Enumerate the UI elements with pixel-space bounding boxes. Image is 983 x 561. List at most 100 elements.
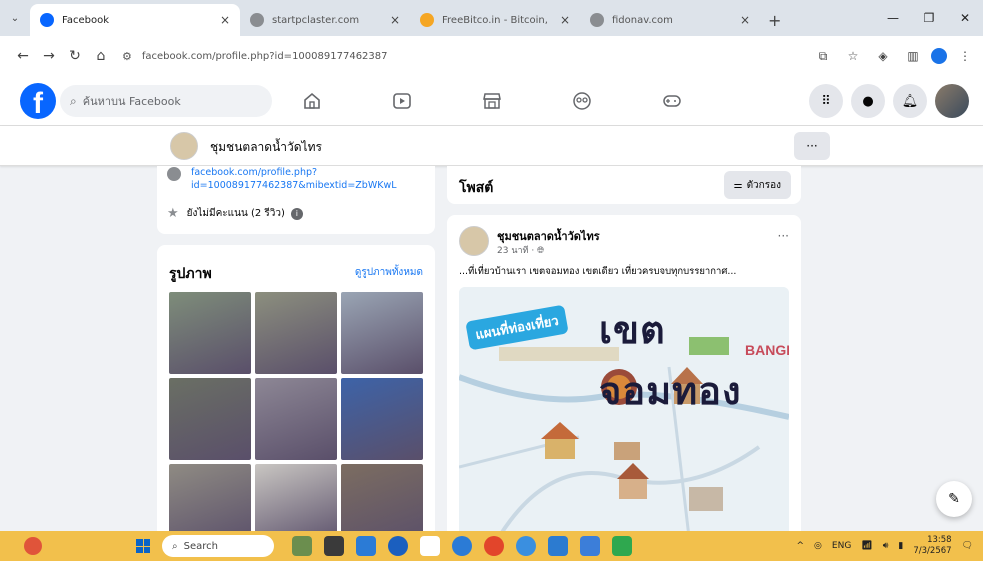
- tab-title: FreeBitco.in - Bitcoin, Bitcoin F: [442, 14, 552, 26]
- filter-button[interactable]: ⚌ ตัวกรอง: [723, 171, 791, 199]
- notifications-bell-icon[interactable]: 🔔︎: [893, 84, 927, 118]
- photo-thumbnail[interactable]: [169, 292, 251, 374]
- post-text: ...ที่เที่ยวบ้านเรา เขตจอมทอง เขตเดียว เ…: [459, 266, 737, 277]
- rating-row: ★ ยังไม่มีคะแนน (2 รีวิว) i: [167, 206, 303, 221]
- post-card: ชุมชนตลาดน้ำวัดไทร 23 นาที · 🌐︎ ··· ...ท…: [447, 215, 801, 535]
- clock[interactable]: 13:58 7/3/2567: [913, 535, 951, 557]
- reload-icon[interactable]: ↻: [62, 43, 88, 69]
- link-icon: [167, 167, 181, 181]
- clock-time: 13:58: [927, 535, 952, 545]
- notification-icon[interactable]: 🗨︎: [962, 541, 973, 551]
- app-chrome-icon[interactable]: [516, 536, 536, 556]
- tab-close-icon[interactable]: ×: [560, 13, 570, 27]
- tab-freebitco[interactable]: FreeBitco.in - Bitcoin, Bitcoin F ×: [410, 4, 580, 36]
- widgets-icon[interactable]: [24, 537, 42, 555]
- post-timestamp[interactable]: 23 นาที · 🌐︎: [497, 243, 544, 257]
- tab-search-button[interactable]: ⌄: [0, 0, 30, 36]
- facebook-header-actions: ⠿ ● 🔔︎: [809, 84, 969, 118]
- close-window-icon[interactable]: ✕: [947, 0, 983, 36]
- app-files-icon[interactable]: [356, 536, 376, 556]
- nav-gaming-icon[interactable]: [657, 86, 687, 116]
- forward-icon[interactable]: →: [36, 43, 62, 69]
- nav-home-icon[interactable]: [297, 86, 327, 116]
- post-author-avatar[interactable]: [459, 226, 489, 256]
- home-icon[interactable]: ⌂: [88, 43, 114, 69]
- window-controls: — ❐ ✕: [875, 0, 983, 36]
- facebook-search-input[interactable]: ⌕ ค้นหาบน Facebook: [60, 85, 272, 117]
- app-edge-icon[interactable]: [388, 536, 408, 556]
- photo-thumbnail[interactable]: [341, 464, 423, 535]
- tab-title: Facebook: [62, 14, 109, 26]
- cast-icon[interactable]: ⧉: [811, 44, 835, 68]
- back-icon[interactable]: ←: [10, 43, 36, 69]
- app-opera-icon[interactable]: [484, 536, 504, 556]
- profile-link[interactable]: facebook.com/profile.php?id=100089177462…: [191, 166, 431, 192]
- photo-thumbnail[interactable]: [255, 464, 337, 535]
- tab-fidonav[interactable]: fidonav.com ×: [580, 4, 760, 36]
- start-button[interactable]: [136, 539, 150, 553]
- tab-facebook[interactable]: Facebook ×: [30, 4, 240, 36]
- sidepanel-icon[interactable]: ▥: [901, 44, 925, 68]
- facebook-favicon-icon: [40, 13, 54, 27]
- new-tab-button[interactable]: +: [760, 4, 789, 36]
- photo-thumbnail[interactable]: [255, 378, 337, 460]
- site-settings-icon[interactable]: ⚙: [122, 50, 132, 63]
- app-doc-icon[interactable]: [420, 536, 440, 556]
- filter-label: ตัวกรอง: [746, 179, 781, 191]
- tab-close-icon[interactable]: ×: [740, 13, 750, 27]
- language-indicator[interactable]: ENG: [832, 541, 851, 551]
- restore-icon[interactable]: ❐: [911, 0, 947, 36]
- browser-toolbar-icons: ⧉ ☆ ◈ ▥ ⋮: [811, 36, 977, 76]
- map-city-label: BANGKOK: [745, 342, 789, 358]
- tab-close-icon[interactable]: ×: [390, 13, 400, 27]
- app-landscape-icon[interactable]: [292, 536, 312, 556]
- tab-startpclaster[interactable]: startpclaster.com ×: [240, 4, 410, 36]
- clock-date: 7/3/2567: [913, 546, 952, 556]
- url-field[interactable]: ⚙ facebook.com/profile.php?id=1000891774…: [122, 42, 812, 70]
- photo-thumbnail[interactable]: [255, 292, 337, 374]
- info-icon[interactable]: i: [290, 207, 303, 220]
- profile-icon[interactable]: [931, 48, 947, 64]
- star-icon: ★: [167, 206, 179, 221]
- profile-link-row: facebook.com/profile.php?id=100089177462…: [167, 166, 431, 192]
- volume-icon[interactable]: 🔊︎: [883, 541, 889, 551]
- nav-groups-icon[interactable]: [567, 86, 597, 116]
- app-line-icon[interactable]: [612, 536, 632, 556]
- photo-thumbnail[interactable]: [169, 464, 251, 535]
- photo-thumbnail[interactable]: [341, 292, 423, 374]
- messenger-icon[interactable]: ●: [851, 84, 885, 118]
- url-text: facebook.com/profile.php?id=100089177462…: [141, 50, 388, 62]
- bookmark-star-icon[interactable]: ☆: [841, 44, 865, 68]
- taskbar-apps: [292, 536, 632, 556]
- menu-grid-icon[interactable]: ⠿: [809, 84, 843, 118]
- menu-kebab-icon[interactable]: ⋮: [953, 44, 977, 68]
- profile-name[interactable]: ชุมชนตลาดน้ำวัดไทร: [210, 138, 322, 157]
- post-more-icon[interactable]: ···: [778, 229, 789, 243]
- app-taskview-icon[interactable]: [324, 536, 344, 556]
- wifi-icon[interactable]: 📶︎: [861, 541, 872, 551]
- post-image[interactable]: แผนที่ท่องเที่ยว เขตจอมทอง BANGKOK: [459, 287, 789, 535]
- tab-title: fidonav.com: [612, 14, 673, 26]
- facebook-logo-icon[interactable]: f: [20, 83, 56, 119]
- battery-icon[interactable]: ▮: [898, 541, 903, 551]
- rating-text[interactable]: ยังไม่มีคะแนน (2 รีวิว): [187, 206, 285, 221]
- more-options-button[interactable]: ···: [794, 132, 830, 160]
- account-avatar[interactable]: [935, 84, 969, 118]
- taskbar-search-input[interactable]: ⌕ Search: [162, 535, 274, 557]
- app-photos-icon[interactable]: [452, 536, 472, 556]
- tray-app-icon[interactable]: ◎: [814, 541, 822, 551]
- app-store-icon[interactable]: [580, 536, 600, 556]
- see-all-photos-link[interactable]: ดูรูปภาพทั้งหมด: [355, 265, 423, 280]
- tab-close-icon[interactable]: ×: [220, 13, 230, 27]
- tray-overflow-icon[interactable]: ^: [797, 541, 805, 551]
- extensions-icon[interactable]: ◈: [871, 44, 895, 68]
- photo-thumbnail[interactable]: [341, 378, 423, 460]
- photo-thumbnail[interactable]: [169, 378, 251, 460]
- app-explorer-icon[interactable]: [548, 536, 568, 556]
- profile-avatar[interactable]: [170, 132, 198, 160]
- new-message-button[interactable]: ✎: [936, 481, 972, 517]
- nav-video-icon[interactable]: [387, 86, 417, 116]
- nav-marketplace-icon[interactable]: [477, 86, 507, 116]
- minimize-icon[interactable]: —: [875, 0, 911, 36]
- facebook-header: f ⌕ ค้นหาบน Facebook ⠿ ● 🔔︎: [0, 76, 983, 126]
